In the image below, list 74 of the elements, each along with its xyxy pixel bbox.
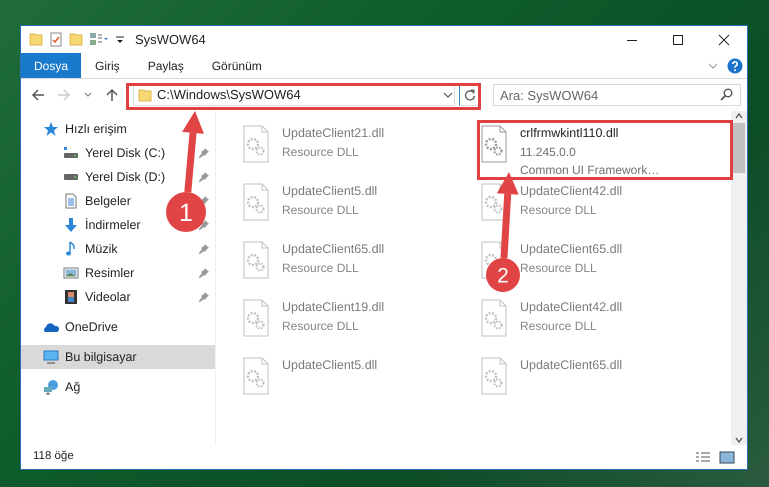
window-title: SysWOW64 xyxy=(135,30,206,49)
drive-icon xyxy=(63,173,79,181)
file-detail: Resource DLL xyxy=(282,202,360,219)
scroll-up-icon[interactable] xyxy=(734,111,744,121)
pin-icon[interactable] xyxy=(199,220,209,230)
folder-icon xyxy=(138,88,152,102)
file-detail: Resource DLL xyxy=(520,260,598,277)
picture-icon xyxy=(63,265,79,281)
file-name[interactable]: UpdateClient5.dll xyxy=(282,182,378,201)
file-name[interactable]: UpdateClient42.dll xyxy=(520,298,622,317)
monitor-icon xyxy=(43,349,59,365)
scroll-thumb[interactable] xyxy=(733,123,745,173)
maximize-icon[interactable] xyxy=(672,34,684,46)
star-icon xyxy=(43,121,59,137)
file-detail: Resource DLL xyxy=(282,318,360,335)
sidebar-item[interactable]: Yerel Disk (D:) xyxy=(63,168,166,186)
pin-icon[interactable] xyxy=(199,292,209,302)
tiles-view-icon[interactable] xyxy=(719,450,735,464)
step-marker xyxy=(486,258,520,292)
file-detail: Resource DLL xyxy=(520,202,598,219)
sidebar-item[interactable]: Videolar xyxy=(63,288,131,306)
item-count: 118 öğe xyxy=(33,449,74,464)
help-icon[interactable] xyxy=(727,58,743,74)
ribbon-tab[interactable]: Dosya xyxy=(21,53,82,78)
address-field[interactable]: C:\Windows\SysWOW64 xyxy=(133,84,456,106)
pin-icon[interactable] xyxy=(199,268,209,278)
step-number: 1 xyxy=(179,199,193,227)
sidebar-item[interactable]: Bu bilgisayar xyxy=(43,348,137,366)
file-detail: 11.245.0.0 xyxy=(520,144,577,161)
pin-icon[interactable] xyxy=(199,148,209,158)
drive-icon xyxy=(63,145,79,161)
file-name[interactable]: UpdateClient65.dll xyxy=(520,240,622,259)
ribbon-tab[interactable]: Görünüm xyxy=(198,53,276,78)
back-arrow-icon xyxy=(31,88,45,102)
file-name[interactable]: UpdateClient42.dll xyxy=(520,182,622,201)
document-icon xyxy=(63,193,79,209)
search-field[interactable]: Ara: SysWOW64 xyxy=(492,84,741,106)
pin-icon[interactable] xyxy=(199,172,209,182)
sidebar-item[interactable]: Belgeler xyxy=(63,192,131,210)
sidebar-item[interactable]: Müzik xyxy=(63,240,118,258)
scroll-down-icon[interactable] xyxy=(734,435,744,445)
step-number: 2 xyxy=(497,264,509,288)
sidebar-item[interactable]: Yerel Disk (C:) xyxy=(63,144,166,162)
file-name[interactable]: UpdateClient65.dll xyxy=(520,356,622,375)
file-name[interactable]: UpdateClient5.dll xyxy=(282,356,378,375)
layout-icon[interactable] xyxy=(89,32,109,47)
ribbon-tab[interactable]: Giriş xyxy=(81,53,134,78)
file-name[interactable]: UpdateClient21.dll xyxy=(282,124,384,143)
file-detail: Resource DLL xyxy=(282,260,360,277)
checklist-icon[interactable] xyxy=(49,32,63,47)
ribbon-tab[interactable]: Paylaş xyxy=(134,53,198,78)
sidebar-item[interactable]: Resimler xyxy=(63,264,134,282)
download-icon xyxy=(63,217,79,233)
step-marker xyxy=(166,192,206,232)
pin-icon[interactable] xyxy=(199,244,209,254)
file-name[interactable]: UpdateClient19.dll xyxy=(282,298,384,317)
up-arrow-icon xyxy=(105,88,119,102)
network-icon xyxy=(43,379,59,395)
file-name[interactable]: UpdateClient65.dll xyxy=(282,240,384,259)
sidebar-item[interactable]: Ağ xyxy=(43,378,80,396)
close-icon[interactable] xyxy=(718,34,730,46)
refresh-icon xyxy=(464,89,476,101)
file-detail: Resource DLL xyxy=(520,318,598,335)
sidebar-item[interactable]: OneDrive xyxy=(43,318,118,336)
sidebar-item[interactable]: Hızlı erişim xyxy=(43,120,127,138)
film-icon xyxy=(63,289,79,305)
sidebar-item[interactable]: İndirmeler xyxy=(63,216,141,234)
forward-arrow-icon xyxy=(57,88,71,102)
file-detail: Common UI Framework… xyxy=(520,162,660,179)
search-icon[interactable] xyxy=(720,88,733,101)
file-detail: Resource DLL xyxy=(282,144,360,161)
details-view-icon[interactable] xyxy=(695,450,711,464)
scrollbar[interactable] xyxy=(731,111,747,445)
file-name[interactable]: crlfrmwkintl110.dll xyxy=(520,124,660,143)
